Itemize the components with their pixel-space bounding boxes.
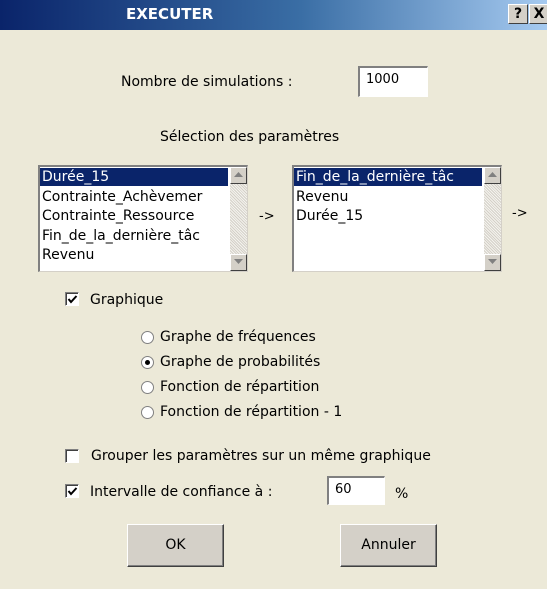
list-item[interactable]: Durée_15 (294, 207, 482, 225)
graph-checkbox[interactable] (65, 292, 79, 306)
help-button[interactable]: ? (508, 4, 528, 24)
checkmark-icon (67, 487, 78, 496)
graph-type-label: Fonction de répartition - 1 (160, 404, 343, 420)
title-bar[interactable]: EXECUTER ? X (0, 0, 547, 30)
graph-type-radio[interactable] (141, 356, 154, 369)
list-item[interactable]: Contrainte_Ressource (40, 207, 228, 225)
ok-button[interactable]: OK (127, 524, 224, 567)
confidence-checkbox-label: Intervalle de confiance à : (90, 484, 273, 500)
available-list-scrollbar[interactable] (230, 167, 247, 271)
group-checkbox-label: Grouper les paramètres sur un même graph… (91, 448, 431, 464)
confidence-unit: % (395, 486, 409, 502)
confidence-input[interactable]: 60 (327, 476, 385, 505)
confidence-checkbox[interactable] (65, 484, 79, 498)
graph-type-radio[interactable] (141, 381, 154, 394)
cancel-button[interactable]: Annuler (340, 524, 437, 567)
executer-dialog: EXECUTER ? X Nombre de simulations : 100… (0, 0, 547, 589)
scroll-down-button[interactable] (230, 254, 247, 271)
arrow-down-icon (234, 259, 243, 264)
list-item[interactable]: Fin_de_la_dernière_tâc (294, 168, 482, 186)
scroll-down-button[interactable] (484, 254, 501, 271)
selected-list-scrollbar[interactable] (484, 167, 501, 271)
list-item[interactable]: Fin_de_la_dernière_tâc (40, 227, 228, 245)
simulations-input[interactable]: 1000 (358, 66, 428, 97)
graph-type-label: Fonction de répartition (160, 379, 320, 395)
graph-type-label: Graphe de fréquences (160, 329, 316, 345)
available-parameters-list[interactable]: Durée_15 Contrainte_Achèvemer Contrainte_R… (38, 165, 248, 272)
list-item[interactable]: Revenu (40, 246, 228, 264)
list-item[interactable]: Durée_15 (40, 168, 228, 186)
group-checkbox[interactable] (65, 449, 79, 463)
arrow-up-icon (234, 172, 243, 177)
radio-dot-icon (145, 360, 150, 365)
graph-type-radio[interactable] (141, 331, 154, 344)
graph-type-radio[interactable] (141, 406, 154, 419)
add-arrow-label: -> (259, 209, 275, 224)
list-item[interactable]: Revenu (294, 188, 482, 206)
selected-parameters-list[interactable]: Fin_de_la_dernière_tâc Revenu Durée_15 (292, 165, 502, 272)
next-arrow-label: -> (512, 206, 528, 221)
arrow-down-icon (488, 259, 497, 264)
graph-type-label: Graphe de probabilités (160, 354, 321, 370)
list-item[interactable]: Contrainte_Achèvemer (40, 188, 228, 206)
simulations-label: Nombre de simulations : (121, 74, 293, 90)
parameters-heading: Sélection des paramètres (160, 129, 340, 145)
close-button[interactable]: X (529, 4, 547, 24)
scroll-up-button[interactable] (230, 167, 247, 184)
graph-checkbox-label: Graphique (90, 292, 164, 308)
checkmark-icon (67, 295, 78, 304)
scroll-up-button[interactable] (484, 167, 501, 184)
arrow-up-icon (488, 172, 497, 177)
window-title: EXECUTER (126, 5, 214, 23)
